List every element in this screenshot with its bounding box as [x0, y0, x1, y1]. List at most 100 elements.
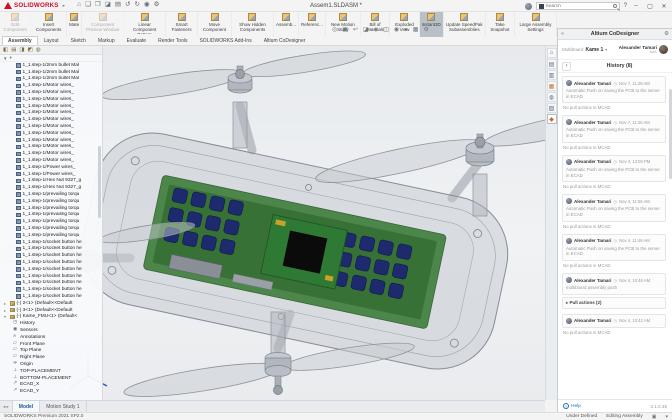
tree-row[interactable]: 1_1.step-1/socket button he [0, 273, 102, 280]
maximize-button[interactable]: ▢ [645, 3, 655, 10]
minimize-button[interactable]: – [631, 3, 641, 9]
tree-row[interactable]: 1_1.step-1/Motor wires_ [0, 96, 102, 103]
ribbon-button[interactable]: Large Assembly Settings [515, 12, 557, 37]
tree-feature-row[interactable]: A Annotations [0, 334, 102, 341]
avatar[interactable] [659, 45, 668, 54]
tree-row[interactable]: 1_1.step-1/Motor wires_ [0, 150, 102, 157]
history-entry[interactable]: Alexander Tamari ◷ Nov 4, 10:46 AM multi… [562, 273, 666, 309]
history-entry[interactable]: Alexander Tamari ◷ Nov 7, 11:26 AM Autom… [562, 115, 666, 149]
tree-row[interactable]: 1_1.step-1/Hex Nut 9327_g [0, 178, 102, 185]
help-button[interactable]: ? [624, 3, 627, 9]
tree-feature-row[interactable]: ◉ Sensors [0, 327, 102, 334]
ribbon-button[interactable]: Assemb... [274, 12, 299, 37]
tree-row[interactable]: 1_1.step-1/Motor wires_ [0, 123, 102, 130]
tree-row[interactable]: 1_1.step-1/prevailing torqu [0, 225, 102, 232]
undo-icon[interactable]: ↺ [125, 2, 130, 9]
tree-scrollbar-thumb[interactable] [98, 146, 101, 218]
print-icon[interactable]: ▤ [115, 2, 121, 9]
expand-icon[interactable]: ▸ [4, 301, 8, 306]
history-card[interactable]: Alexander Tamari ◷ Nov 4, 11:56 AM Autom… [562, 194, 666, 221]
tree-feature-row[interactable]: ✛ Origin [0, 361, 102, 368]
history-card[interactable]: Alexander Tamari ◷ Nov 7, 11:26 AM Autom… [562, 115, 666, 142]
tree-row[interactable]: ▾ (-) Kame_FMU<1> (Default< [0, 313, 102, 320]
tree-row[interactable]: 1_1.step-1/socket button he [0, 259, 102, 266]
displaymanager-icon[interactable]: ◍ [36, 47, 41, 53]
tree-row[interactable]: 1_1.step-1/Motor wires_ [0, 130, 102, 137]
tree-row[interactable]: 1_1.step-1/Motor wires_ [0, 82, 102, 89]
custom-properties-status-icon[interactable]: ▣ [652, 414, 657, 420]
dimxpertmanager-icon[interactable]: ◩ [28, 47, 33, 53]
tree-row[interactable]: 1_1.step-1/socket button he [0, 293, 102, 300]
tree-row[interactable]: 1_1.step-1/prevailing torqu [0, 198, 102, 205]
search-input[interactable] [546, 4, 611, 9]
ribbon-button[interactable]: Update SpeedPak Subassemblies [444, 12, 486, 37]
previous-view-icon[interactable]: ↩ [353, 27, 358, 33]
ribbon-button[interactable]: Instant3D [420, 12, 444, 37]
history-card[interactable]: Alexander Tamari ◷ Nov 4, 10:46 AM multi… [562, 273, 666, 295]
ribbon-button[interactable]: Insert Components [31, 12, 67, 37]
tree-row[interactable]: 1_1.step-1/prevailing torqu [0, 212, 102, 219]
view-settings-icon[interactable]: ⚙ [423, 27, 428, 33]
edit-appearance-icon[interactable]: ● [404, 27, 408, 33]
tab-scroll-arrows[interactable]: ◂ ▸ [0, 401, 12, 412]
scene-icon[interactable]: ▦ [413, 27, 419, 33]
save-icon[interactable]: ◪ [105, 2, 111, 9]
home-icon[interactable]: ⌂ [77, 2, 81, 9]
ribbon-button[interactable]: Smart Fasteners [166, 12, 198, 37]
tree-row[interactable]: 1_1.step-1/Motor wires_ [0, 89, 102, 96]
file-explorer-icon[interactable]: ▥ [547, 70, 557, 80]
display-style-icon[interactable]: ◫ [383, 27, 389, 33]
redo-icon[interactable]: ↻ [135, 2, 140, 9]
command-tab[interactable]: Markup [92, 36, 121, 45]
history-entry[interactable]: Alexander Tamari ◷ Nov 4, 10:42 AM No pu… [562, 314, 666, 335]
back-button[interactable]: ‹ [562, 62, 571, 71]
tree-feature-row[interactable]: ⊥ BOTTOM-PLACEMENT [0, 375, 102, 382]
tree-row[interactable]: 1_1.step-1/Power wires_ [0, 171, 102, 178]
hide-show-icon[interactable]: ◉ [394, 27, 399, 33]
ribbon-button[interactable]: Exploded View [390, 12, 419, 37]
panel-collapse-icon[interactable]: « [561, 31, 564, 37]
command-tab[interactable]: Sketch [65, 36, 92, 45]
ribbon-button[interactable]: New Motion Study [326, 12, 361, 37]
tree-row[interactable]: ▸ (-) 2<1> (Default<<Default [0, 300, 102, 307]
user-account-icon[interactable] [525, 3, 532, 10]
featuremanager-icon[interactable]: ◧ [3, 47, 8, 53]
tree-row[interactable]: 1_1.step-1/Motor wires_ [0, 157, 102, 164]
tree-feature-row[interactable]: ▱ Right Plane [0, 354, 102, 361]
ribbon-button[interactable]: Bill of Materials [361, 12, 391, 37]
ribbon-button[interactable]: Mate [67, 12, 82, 37]
section-view-icon[interactable]: ◪ [363, 27, 369, 33]
pull-actions-expander[interactable]: Pull actions (2) [562, 297, 666, 309]
expand-icon[interactable]: ▾ [4, 314, 8, 319]
ribbon-button[interactable]: Referenc... [299, 12, 326, 37]
history-card[interactable]: Alexander Tamari ◷ Nov 4, 11:48 AM Autom… [562, 234, 666, 261]
ribbon-button[interactable]: Component Preview Window [82, 12, 124, 37]
tree-row[interactable]: 1_1.step-1/socket button he [0, 252, 102, 259]
tree-feature-row[interactable]: ⊥ TOP-PLACEMENT [0, 368, 102, 375]
tree-row[interactable]: 1_1.step-1/prevailing torqu [0, 191, 102, 198]
expand-icon[interactable]: ▸ [4, 308, 8, 313]
tree-row[interactable]: 1_1.step-1/Hex Nut 9327_g [0, 184, 102, 191]
command-tab[interactable]: Altium CoDesigner [258, 36, 312, 45]
tree-row[interactable]: 1_1.step-1/socket button he [0, 246, 102, 253]
tree-row[interactable]: 1_1.step-1/Motor wires_ [0, 110, 102, 117]
tree-row[interactable]: 1_1.step-1/socket button he [0, 280, 102, 287]
options-gear-icon[interactable]: ⚙ [154, 2, 160, 9]
close-button[interactable]: ✕ [659, 3, 669, 10]
tree-row[interactable]: 1_1.step-1/socket button he [0, 266, 102, 273]
tree-row[interactable]: 1_1.step-1/prevailing torqu [0, 218, 102, 225]
codesigner-icon[interactable]: ◆ [547, 114, 557, 124]
account-area[interactable]: Alexander Tamari AAK [619, 45, 668, 54]
search-icon[interactable] [613, 4, 617, 8]
tree-feature-row[interactable]: ▱ Front Plane [0, 341, 102, 348]
ribbon-button[interactable]: Take Snapshot [486, 12, 515, 37]
command-tab[interactable]: Layout [38, 36, 65, 45]
tree-filter[interactable]: ▼▾ [0, 55, 102, 62]
menu-expand-arrow-icon[interactable]: ▸ [63, 3, 66, 9]
tree-feature-row[interactable]: ▱ Top Plane [0, 347, 102, 354]
history-card[interactable]: Alexander Tamari ◷ Nov 4, 12:00 PM Autom… [562, 155, 666, 182]
home-icon[interactable]: ⌂ [547, 48, 557, 58]
tree-feature-row[interactable]: ◷ History [0, 320, 102, 327]
gear-icon[interactable]: ⚙ [664, 31, 669, 37]
appearances-icon[interactable]: ◍ [547, 92, 557, 102]
